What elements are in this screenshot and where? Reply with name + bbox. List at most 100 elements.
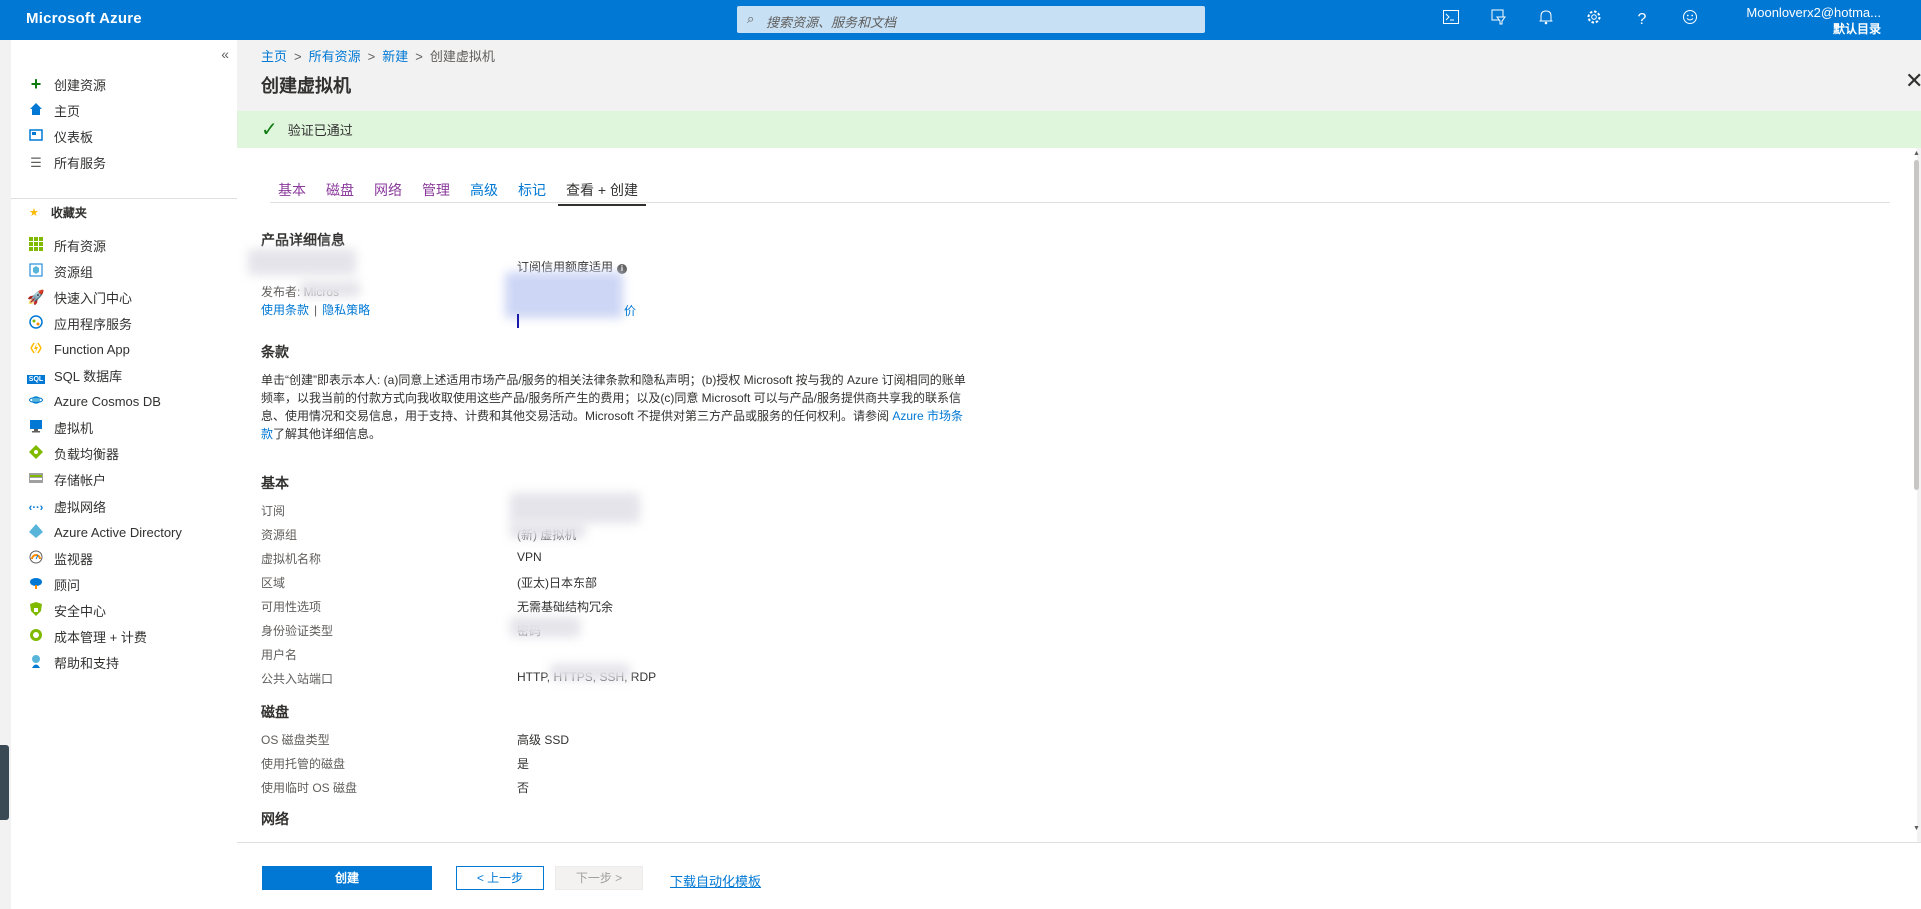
app-service-icon bbox=[26, 315, 46, 332]
global-search-input[interactable]: ⌕ 搜索资源、服务和文档 bbox=[737, 6, 1205, 33]
left-navigation: « + 创建资源 主页 仪表板 ☰ 所有服务 ★ 收藏夹 所有资源 资源组 🚀 快速入门中心 应用… bbox=[11, 40, 237, 909]
validation-message: 验证已通过 bbox=[287, 123, 353, 138]
sidebar-item-label: 监视器 bbox=[54, 551, 94, 567]
summary-row-label: 订阅 bbox=[261, 504, 286, 518]
content-scrollbar[interactable]: ▲ ▼ bbox=[1913, 150, 1921, 835]
summary-row-value: 是 bbox=[517, 757, 530, 771]
redacted-username bbox=[510, 617, 580, 637]
terms-heading: 条款 bbox=[261, 344, 289, 360]
load-balancer-icon bbox=[26, 445, 46, 462]
storage-account-icon bbox=[26, 471, 46, 488]
networking-heading: 网络 bbox=[261, 811, 289, 827]
close-blade-button[interactable]: ✕ bbox=[1905, 70, 1921, 92]
sidebar-item[interactable]: ☰ 所有服务 bbox=[11, 147, 237, 177]
redacted-subscription bbox=[510, 493, 640, 523]
virtual-network-icon: ‹··› bbox=[28, 502, 44, 514]
cloud-shell-icon[interactable] bbox=[1440, 9, 1462, 31]
sidebar-item-label: 创建资源 bbox=[54, 77, 107, 93]
sidebar-item-label: Azure Active Directory bbox=[54, 524, 182, 540]
summary-row-label: 公共入站端口 bbox=[261, 672, 334, 686]
create-vm-blade: ✓ 验证已通过 基本 磁盘 网络 管理 高级 标记 查看 + 创建 bbox=[237, 111, 1921, 909]
help-support-icon bbox=[26, 654, 46, 671]
download-template-link[interactable]: 下载自动化模板 bbox=[670, 871, 761, 890]
summary-row-value: 否 bbox=[517, 781, 530, 795]
breadcrumb-all-resources[interactable]: 所有资源 bbox=[309, 49, 361, 64]
sidebar-item[interactable]: 帮助和支持 bbox=[11, 648, 237, 678]
brand-title[interactable]: Microsoft Azure bbox=[26, 10, 142, 27]
help-question-icon[interactable]: ? bbox=[1631, 9, 1653, 31]
pricing-link-suffix[interactable]: 价 bbox=[624, 302, 636, 319]
user-name: Moonloverx2@hotma... bbox=[1746, 5, 1881, 20]
scroll-up-arrow-icon[interactable]: ▲ bbox=[1913, 150, 1920, 157]
sidebar-item-label: 主页 bbox=[54, 103, 81, 119]
wizard-tabs: 基本 磁盘 网络 管理 高级 标记 查看 + 创建 bbox=[270, 176, 650, 216]
monitor-gauge-icon bbox=[26, 550, 46, 567]
previous-button[interactable]: < 上一步 bbox=[456, 866, 544, 890]
summary-row-label: 身份验证类型 bbox=[261, 624, 334, 638]
summary-row-label: 资源组 bbox=[261, 528, 298, 542]
breadcrumb-new[interactable]: 新建 bbox=[382, 49, 408, 64]
scrollbar-thumb[interactable] bbox=[1914, 160, 1919, 490]
page-title: 创建虚拟机 bbox=[261, 76, 351, 96]
search-placeholder: 搜索资源、服务和文档 bbox=[766, 15, 897, 30]
list-icon: ☰ bbox=[30, 154, 42, 170]
nav-divider bbox=[11, 198, 237, 199]
product-details-heading: 产品详细信息 bbox=[261, 232, 345, 248]
create-button[interactable]: 创建 bbox=[262, 866, 432, 890]
validation-banner: ✓ 验证已通过 bbox=[237, 111, 1921, 148]
cosmos-db-icon bbox=[26, 393, 46, 410]
summary-row-value: 高级 SSD bbox=[517, 733, 570, 747]
breadcrumb-home[interactable]: 主页 bbox=[261, 49, 287, 64]
rocket-icon: 🚀 bbox=[27, 288, 45, 305]
cost-management-icon bbox=[26, 628, 46, 645]
search-icon: ⌕ bbox=[747, 11, 755, 26]
settings-gear-icon[interactable] bbox=[1583, 9, 1605, 31]
sidebar-item-label: Azure Cosmos DB bbox=[54, 394, 161, 410]
summary-row-value: VPN bbox=[517, 550, 542, 564]
sidebar-item-label: 虚拟网络 bbox=[54, 499, 107, 515]
resource-group-icon bbox=[26, 263, 46, 280]
redacted-ports bbox=[550, 664, 630, 680]
star-icon: ★ bbox=[29, 206, 39, 219]
redacted-product-name bbox=[248, 249, 356, 275]
active-directory-icon bbox=[26, 523, 46, 541]
sidebar-item-label: 存储帐户 bbox=[54, 473, 107, 489]
scroll-down-arrow-icon[interactable]: ▼ bbox=[1913, 825, 1920, 832]
all-resources-icon bbox=[26, 236, 46, 254]
privacy-policy-link[interactable]: 隐私策略 bbox=[322, 303, 370, 317]
redacted-pricing bbox=[505, 272, 623, 318]
sidebar-item-label: 所有资源 bbox=[54, 238, 107, 254]
top-bar: Microsoft Azure ⌕ 搜索资源、服务和文档 ? Moonlover… bbox=[0, 0, 1921, 40]
sidebar-item-label: 负载均衡器 bbox=[54, 447, 120, 463]
terms-of-use-link[interactable]: 使用条款 bbox=[261, 303, 309, 317]
dashboard-icon bbox=[26, 128, 46, 145]
account-menu[interactable]: Moonloverx2@hotma... 默认目录 bbox=[1746, 5, 1881, 37]
summary-row-value: (亚太)日本东部 bbox=[517, 576, 597, 590]
favorites-header: ★ 收藏夹 bbox=[11, 200, 87, 224]
function-bolt-icon bbox=[26, 341, 46, 358]
directory-filter-icon[interactable] bbox=[1488, 9, 1510, 31]
summary-row-label: 使用托管的磁盘 bbox=[261, 757, 346, 771]
sidebar-item-label: 快速入门中心 bbox=[54, 290, 133, 306]
next-button: 下一步 > bbox=[555, 866, 643, 890]
sql-database-icon: SQL bbox=[26, 374, 46, 384]
terms-text: 单击“创建”即表示本人: (a)同意上述适用市场产品/服务的相关法律条款和隐私声… bbox=[261, 373, 966, 441]
redacted-resource-group bbox=[510, 522, 585, 538]
sidebar-item-label: Function App bbox=[54, 341, 130, 357]
summary-row-label: 虚拟机名称 bbox=[261, 552, 322, 566]
user-directory: 默认目录 bbox=[1832, 22, 1881, 36]
breadcrumb-current: 创建虚拟机 bbox=[429, 49, 495, 64]
feedback-smiley-icon[interactable] bbox=[1679, 9, 1701, 31]
favorites-label: 收藏夹 bbox=[50, 205, 87, 220]
notifications-bell-icon[interactable] bbox=[1535, 9, 1557, 31]
home-icon bbox=[26, 102, 46, 119]
sidebar-item-label: 虚拟机 bbox=[54, 421, 94, 437]
summary-row-label: 使用临时 OS 磁盘 bbox=[261, 781, 358, 795]
sidebar-item-label: 应用程序服务 bbox=[54, 316, 133, 332]
collapse-menu-button[interactable]: « bbox=[221, 46, 229, 62]
sidebar-item-label: 资源组 bbox=[54, 264, 94, 280]
wizard-footer: 创建 < 上一步 下一步 > 下载自动化模板 bbox=[237, 842, 1921, 909]
redacted-publisher bbox=[300, 281, 360, 297]
summary-row-label: OS 磁盘类型 bbox=[261, 733, 330, 747]
virtual-machine-icon bbox=[26, 419, 46, 436]
